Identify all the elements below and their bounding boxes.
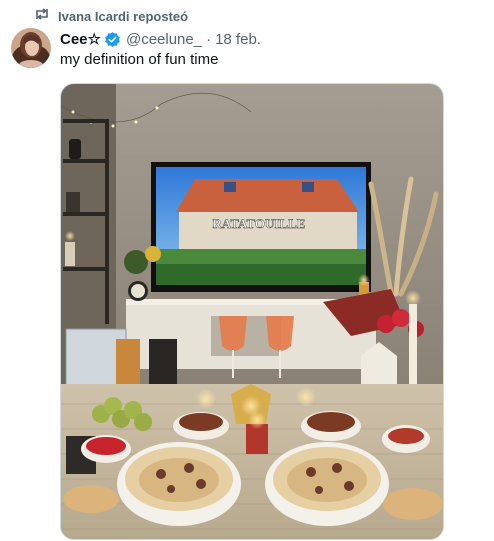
header-separator: · bbox=[206, 30, 212, 48]
tweet-photo[interactable]: RATATOUILLE bbox=[60, 83, 444, 540]
repost-label[interactable]: Ivana Icardi reposteó bbox=[58, 9, 188, 24]
verified-badge-icon bbox=[104, 31, 121, 48]
tweet-date[interactable]: 18 feb. bbox=[215, 31, 261, 48]
author-name[interactable]: Cee☆ bbox=[60, 30, 101, 48]
tweet-text: my definition of fun time bbox=[60, 51, 219, 68]
tv-title-text: RATATOUILLE bbox=[213, 216, 306, 231]
repost-indicator[interactable]: Ivana Icardi reposteó bbox=[34, 7, 188, 25]
tweet-header: Cee☆ @ceelune_ · 18 feb. bbox=[60, 29, 261, 49]
author-avatar[interactable] bbox=[11, 28, 51, 68]
author-handle[interactable]: @ceelune_ bbox=[126, 31, 202, 48]
repost-icon bbox=[34, 7, 50, 26]
